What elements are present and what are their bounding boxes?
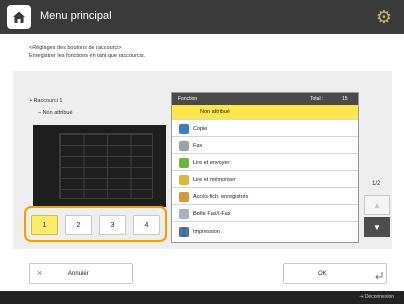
- function-table: Fonction Total : 15 Non attribué Copie F…: [171, 92, 359, 243]
- logout-button[interactable]: ⇥ Déconnexion: [359, 294, 394, 300]
- home-icon[interactable]: [7, 5, 31, 29]
- stored-files-icon: [179, 192, 189, 202]
- scan-send-icon: [179, 158, 189, 168]
- scroll-down-button[interactable]: ▼: [364, 217, 390, 237]
- status-bar: ⇥ Déconnexion: [0, 291, 404, 304]
- row-label: Lire et envoyer: [193, 160, 230, 166]
- row-label: Accès fich. enregistrés: [193, 194, 249, 200]
- instructions-line-2: Enregistrer les fonctions en tant que ra…: [29, 53, 146, 59]
- preview-grid: [59, 133, 153, 199]
- column-header-total: Total :: [310, 96, 324, 102]
- fax-icon: [179, 141, 189, 151]
- copy-icon: [179, 124, 189, 134]
- row-label: Boîte Fax/I-Fax: [193, 211, 231, 217]
- page-button-4[interactable]: 4: [133, 215, 160, 235]
- chevron-up-icon: ▲: [373, 200, 381, 210]
- page-button-2[interactable]: 2: [65, 215, 92, 235]
- row-label: Copie: [193, 126, 208, 132]
- row-label: Impression: [193, 228, 220, 235]
- table-row[interactable]: Fax: [172, 139, 358, 154]
- table-row[interactable]: Impression: [172, 224, 358, 239]
- scroll-up-button[interactable]: ▲: [364, 195, 390, 215]
- row-label: Non attribué: [200, 109, 230, 115]
- ok-label: OK: [318, 271, 327, 277]
- table-row[interactable]: Boîte Fax/I-Fax: [172, 207, 358, 222]
- chevron-down-icon: ▼: [373, 222, 381, 232]
- table-row[interactable]: Copie: [172, 122, 358, 137]
- table-row[interactable]: Lire et envoyer: [172, 156, 358, 171]
- page-counter: 1/2: [372, 181, 381, 187]
- instructions-line-1: <Réglages des boutons de raccourci>: [29, 45, 122, 51]
- print-icon: [179, 226, 189, 237]
- layout-preview: [33, 125, 166, 207]
- row-label: Lire et mémoriser: [193, 177, 236, 183]
- tree-item-shortcut-1: • Raccourci 1: [30, 98, 63, 104]
- row-label: Fax: [193, 143, 203, 149]
- page-button-1[interactable]: 1: [31, 215, 58, 235]
- gear-icon[interactable]: ⚙: [374, 7, 394, 27]
- cancel-button[interactable]: × Annuler: [29, 263, 133, 284]
- enter-icon: [375, 272, 383, 280]
- ok-button[interactable]: OK: [283, 263, 387, 284]
- table-row[interactable]: Non attribué: [172, 105, 358, 120]
- cancel-label: Annuler: [68, 271, 89, 277]
- scan-store-icon: [179, 175, 189, 185]
- table-row[interactable]: Accès fich. enregistrés: [172, 190, 358, 205]
- page-title: Menu principal: [40, 10, 112, 22]
- logout-label: Déconnexion: [364, 294, 394, 300]
- title-bar: Menu principal ⚙: [0, 0, 404, 34]
- page-button-group: 1 2 3 4: [24, 206, 167, 242]
- table-row[interactable]: Lire et mémoriser: [172, 173, 358, 188]
- instructions: <Réglages des boutons de raccourci> Enre…: [29, 44, 145, 60]
- fax-inbox-icon: [179, 209, 189, 219]
- tree-item-unassigned: – Non attribué: [38, 110, 73, 116]
- table-header: Fonction Total : 15: [172, 93, 358, 105]
- column-header-function: Fonction: [178, 96, 198, 102]
- close-icon: ×: [37, 268, 43, 278]
- page-button-3[interactable]: 3: [99, 215, 126, 235]
- total-count: 15: [342, 96, 348, 102]
